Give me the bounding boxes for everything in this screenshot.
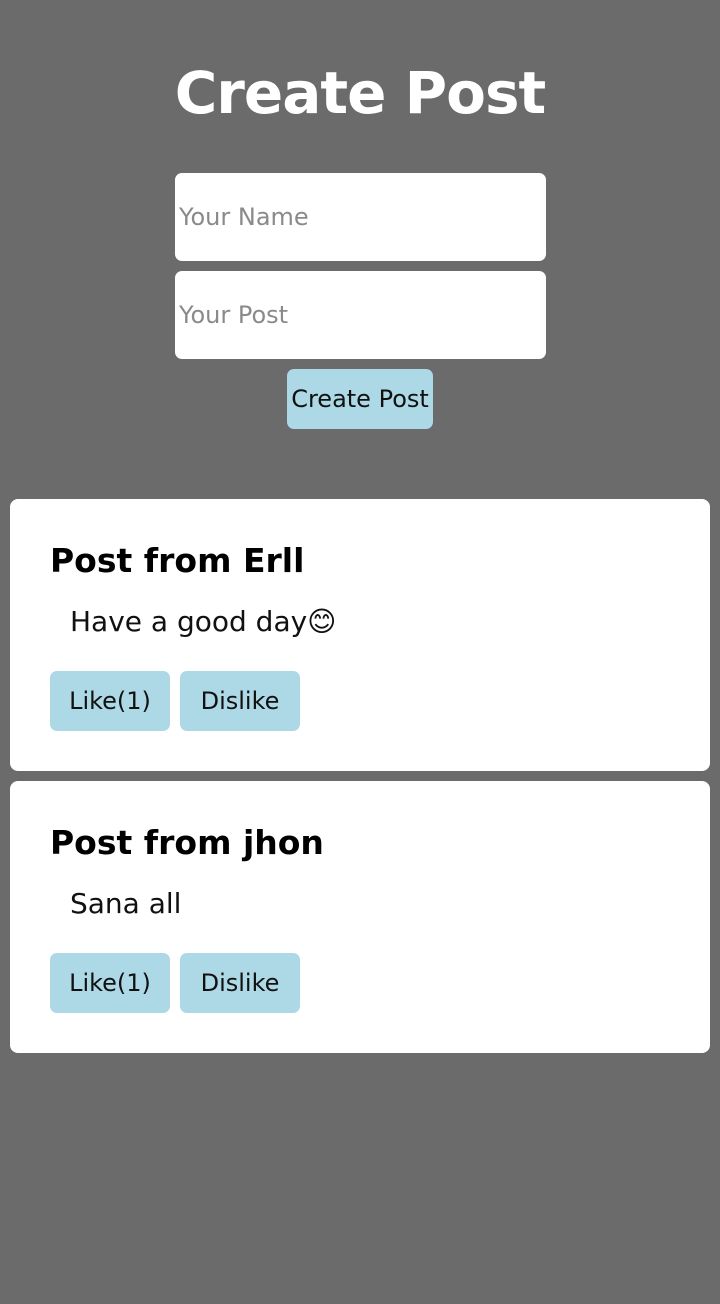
like-button[interactable]: Like(1) <box>50 671 170 731</box>
post-card: Post from jhon Sana all Like(1) Dislike <box>10 781 710 1053</box>
name-input[interactable] <box>175 173 546 261</box>
page-title: Create Post <box>174 58 547 127</box>
post-body: Have a good day😊 <box>70 605 337 638</box>
post-heading: Post from Erll <box>50 541 305 580</box>
post-body: Sana all <box>70 887 182 920</box>
post-heading: Post from jhon <box>50 823 324 862</box>
like-button[interactable]: Like(1) <box>50 953 170 1013</box>
post-input[interactable] <box>175 271 546 359</box>
create-post-button[interactable]: Create Post <box>287 369 433 429</box>
dislike-button[interactable]: Dislike <box>180 953 300 1013</box>
dislike-button[interactable]: Dislike <box>180 671 300 731</box>
post-card: Post from Erll Have a good day😊 Like(1) … <box>10 499 710 771</box>
